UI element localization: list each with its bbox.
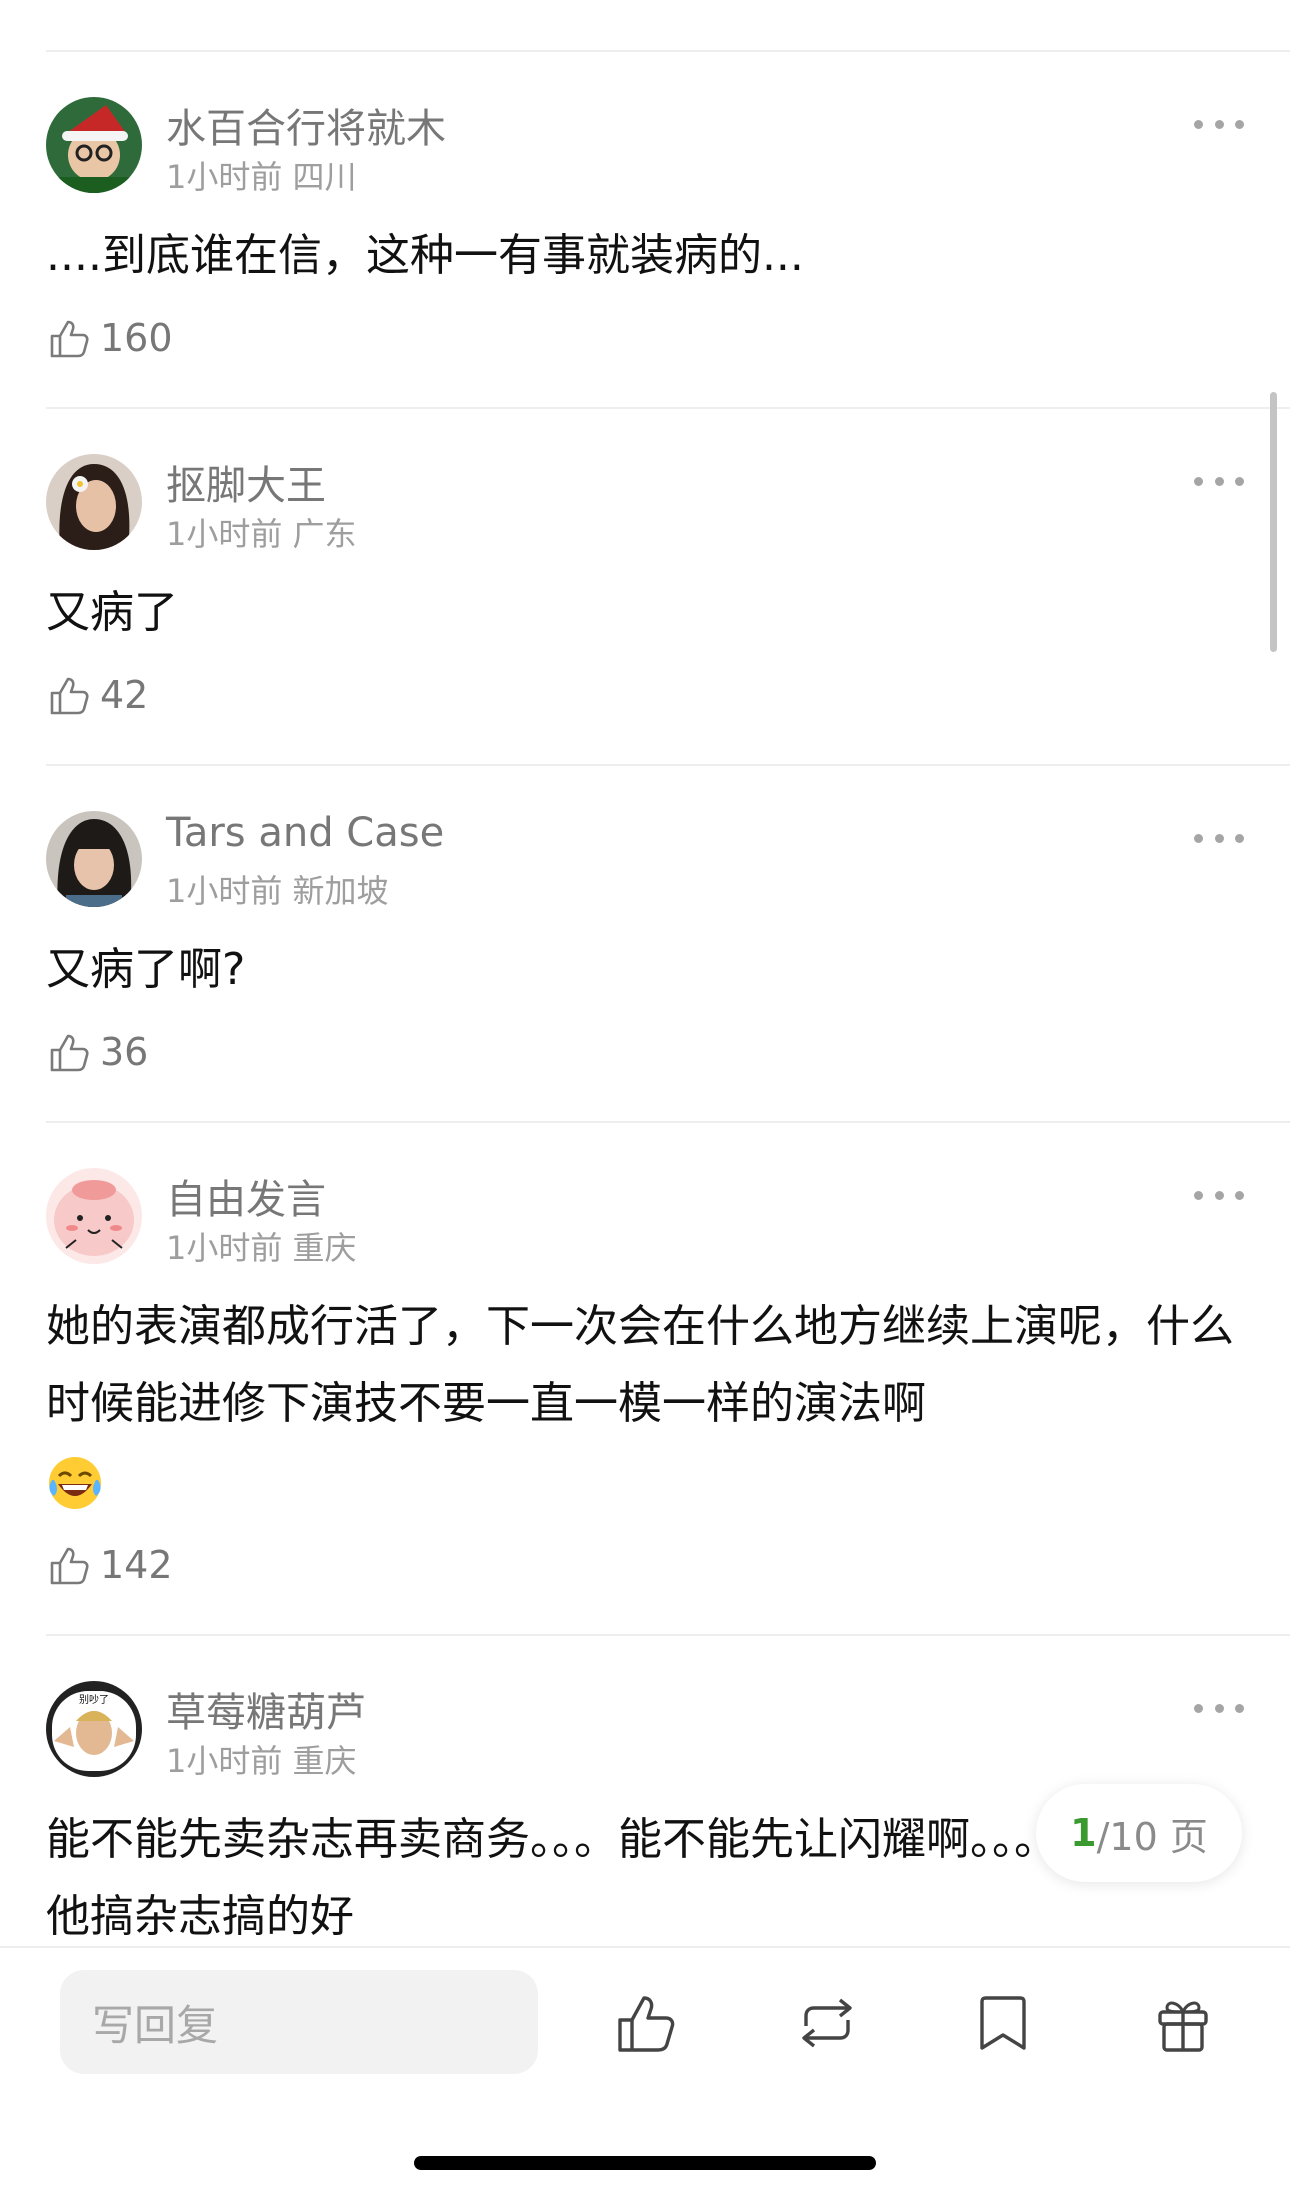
- like-button[interactable]: 142: [46, 1541, 173, 1589]
- like-icon[interactable]: [612, 1988, 682, 2058]
- thumbs-up-icon: [50, 1547, 89, 1585]
- comment-text: 又病了: [46, 587, 178, 638]
- comment-text-body: 她的表演都成行活了，下一次会在什么地方继续上演呢，什么时候能进修下演技不要一直一…: [46, 1301, 1234, 1429]
- avatar[interactable]: [46, 811, 142, 907]
- thumbs-up-icon: [50, 677, 89, 715]
- avatar[interactable]: [46, 454, 142, 550]
- like-count: 36: [100, 1030, 149, 1074]
- avatar[interactable]: [46, 97, 142, 193]
- comment-time: 1小时前: [166, 158, 283, 196]
- comment-location: 广东: [292, 515, 357, 553]
- comment-time: 1小时前: [166, 1229, 283, 1267]
- more-options-icon[interactable]: [1194, 114, 1244, 134]
- username[interactable]: 水百合行将就木: [166, 96, 446, 154]
- avatar[interactable]: [46, 1168, 142, 1264]
- comment-meta: 1小时前 重庆: [166, 1223, 357, 1269]
- comment-time: 1小时前: [166, 515, 283, 553]
- comment-item: 水百合行将就木 1小时前 四川 ....到底谁在信，这种一有事就装病的... 1…: [46, 52, 1290, 409]
- page-indicator-button[interactable]: 1 /10 页: [1036, 1784, 1242, 1882]
- thumbs-up-icon: [50, 320, 89, 358]
- more-options-icon[interactable]: [1194, 1185, 1244, 1205]
- like-button[interactable]: 36: [46, 1028, 148, 1076]
- laughing-tears-emoji-icon: [49, 1457, 101, 1509]
- comment-item: 自由发言 1小时前 重庆 她的表演都成行活了，下一次会在什么地方继续上演呢，什么…: [46, 1123, 1290, 1636]
- comment-time: 1小时前: [166, 1742, 283, 1780]
- comment-text: 又病了啊?: [46, 944, 246, 995]
- more-options-icon[interactable]: [1194, 471, 1244, 491]
- comment-location: 新加坡: [292, 872, 389, 910]
- reply-input[interactable]: 写回复: [60, 1970, 538, 2074]
- scrollbar[interactable]: [1270, 392, 1277, 652]
- username[interactable]: 草莓糖葫芦: [166, 1680, 366, 1738]
- comment-text: ....到底谁在信，这种一有事就装病的...: [46, 230, 804, 281]
- username[interactable]: Tars and Case: [166, 810, 444, 856]
- total-pages: /10 页: [1096, 1814, 1208, 1859]
- gift-icon[interactable]: [1148, 1988, 1218, 2058]
- comment-meta: 1小时前 重庆: [166, 1736, 357, 1782]
- like-count: 160: [100, 316, 173, 360]
- comment-text: 她的表演都成行活了，下一次会在什么地方继续上演呢，什么时候能进修下演技不要一直一…: [46, 1288, 1246, 1519]
- username[interactable]: 抠脚大王: [166, 453, 326, 511]
- current-page: 1: [1070, 1811, 1097, 1855]
- repost-icon[interactable]: [792, 1988, 862, 2058]
- comment-text: 能不能先卖杂志再卖商务。。。能不能先让闪耀啊。。。他搞杂志搞的好: [46, 1814, 1058, 1942]
- more-options-icon[interactable]: [1194, 1698, 1244, 1718]
- like-count: 142: [100, 1543, 173, 1587]
- comment-meta: 1小时前 广东: [166, 509, 357, 555]
- like-count: 42: [100, 673, 149, 717]
- comment-location: 四川: [292, 158, 357, 196]
- avatar-text: 别吵了: [79, 1693, 109, 1706]
- comment-location: 重庆: [292, 1229, 357, 1267]
- bookmark-icon[interactable]: [968, 1988, 1038, 2058]
- home-indicator[interactable]: [414, 2156, 876, 2170]
- username[interactable]: 自由发言: [166, 1167, 326, 1225]
- comment-item: Tars and Case 1小时前 新加坡 又病了啊? 36: [46, 766, 1290, 1123]
- comment-list: 水百合行将就木 1小时前 四川 ....到底谁在信，这种一有事就装病的... 1…: [0, 52, 1290, 1956]
- avatar[interactable]: 别吵了: [46, 1681, 142, 1777]
- thumbs-up-icon: [50, 1034, 89, 1072]
- comment-location: 重庆: [292, 1742, 357, 1780]
- comment-time: 1小时前: [166, 872, 283, 910]
- bottom-action-bar: 写回复: [0, 1946, 1290, 2198]
- comment-meta: 1小时前 四川: [166, 152, 357, 198]
- more-options-icon[interactable]: [1194, 828, 1244, 848]
- comment-meta: 1小时前 新加坡: [166, 866, 389, 912]
- like-button[interactable]: 160: [46, 314, 173, 362]
- like-button[interactable]: 42: [46, 671, 148, 719]
- comment-item: 抠脚大王 1小时前 广东 又病了 42: [46, 409, 1290, 766]
